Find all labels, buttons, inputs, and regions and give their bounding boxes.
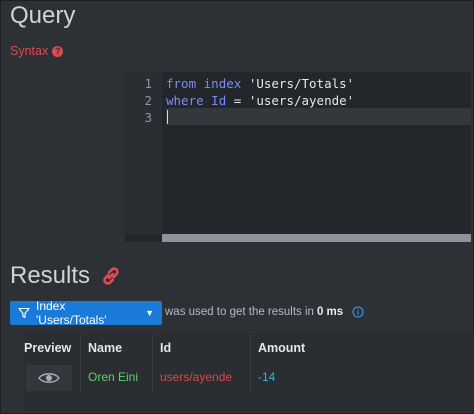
query-timing-info: was used to get the results in 0 ms [165, 306, 364, 318]
timing-prefix: was used to get the results in [165, 306, 314, 318]
cell-amount: -14 [258, 370, 276, 384]
keyword-where: where [166, 93, 204, 108]
cell-name: Oren Eini [88, 370, 139, 384]
string-literal: 'users/ayende' [248, 93, 355, 108]
code-line-2: where Id = 'users/ayende' [166, 93, 354, 108]
query-title: Query [10, 2, 76, 29]
code-line-1: from index 'Users/Totals' [166, 76, 354, 91]
keyword-index: index [203, 76, 242, 91]
chevron-down-icon: ▼ [145, 308, 154, 318]
cell-id[interactable]: users/ayende [160, 370, 232, 384]
preview-button[interactable] [26, 365, 72, 391]
column-header-preview[interactable]: Preview [24, 333, 71, 363]
operator: = [233, 93, 242, 108]
question-circle-icon[interactable]: ? [52, 45, 64, 57]
syntax-link[interactable]: Syntax ? [10, 44, 64, 58]
column-divider [80, 335, 81, 393]
line-number: 1 [144, 76, 152, 91]
string-literal: 'Users/Totals' [248, 76, 355, 91]
filter-icon [18, 307, 30, 319]
keyword-from: from [166, 76, 197, 91]
timing-duration: 0 ms [316, 306, 344, 318]
column-header-name[interactable]: Name [88, 333, 122, 363]
eye-icon [38, 373, 60, 383]
syntax-label: Syntax [10, 44, 49, 58]
column-header-id[interactable]: Id [160, 333, 171, 363]
code-area[interactable]: from index 'Users/Totals' where Id = 'us… [166, 72, 471, 234]
results-title: Results [10, 262, 91, 289]
query-editor[interactable]: 1 2 3 from index 'Users/Totals' where Id… [125, 72, 471, 242]
results-table: Preview Name Id Amount Oren Eini users/a… [24, 333, 474, 411]
column-header-amount[interactable]: Amount [258, 333, 305, 363]
field-name: Id [211, 93, 227, 108]
active-line-highlight [166, 108, 471, 125]
horizontal-scrollbar[interactable] [162, 234, 471, 242]
column-divider [152, 335, 153, 393]
results-header: Results [10, 262, 122, 290]
line-number: 2 [144, 93, 152, 108]
text-cursor [167, 110, 168, 124]
index-dropdown-label: Index 'Users/Totals' [35, 299, 107, 327]
column-divider [250, 335, 251, 393]
info-circle-icon[interactable] [352, 306, 364, 318]
line-number-gutter: 1 2 3 [125, 72, 162, 234]
line-number: 3 [144, 110, 152, 125]
link-icon[interactable] [100, 265, 122, 287]
index-dropdown-button[interactable]: Index 'Users/Totals' ▼ [10, 299, 162, 327]
